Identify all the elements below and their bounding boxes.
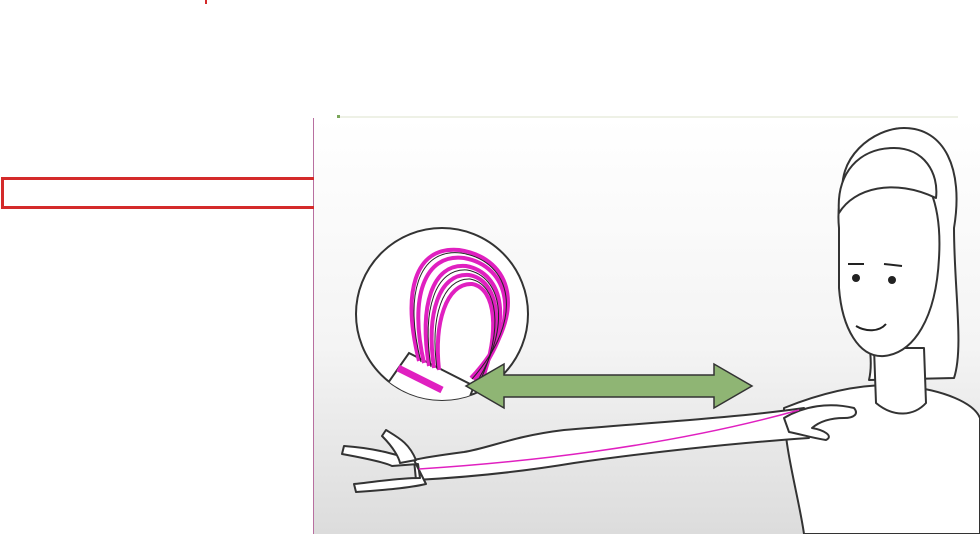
arm-measurement-illustration: [314, 118, 980, 534]
red-tick-mark: [205, 0, 207, 4]
